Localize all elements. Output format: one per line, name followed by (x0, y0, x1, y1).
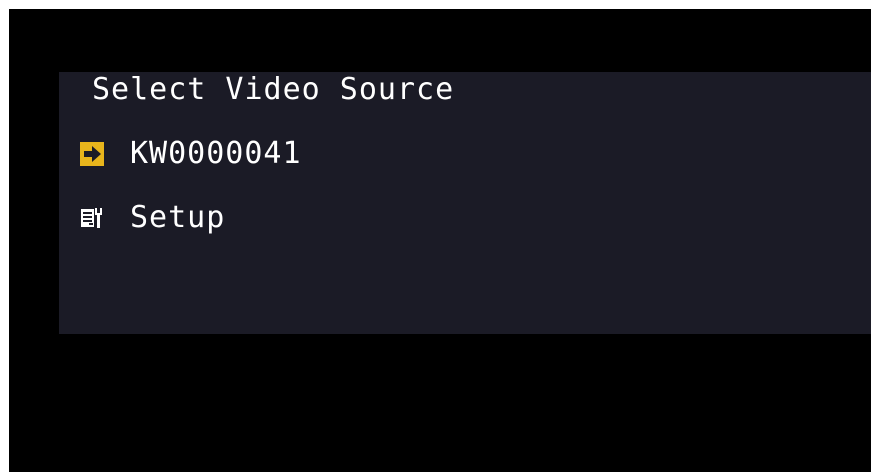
arrow-right-icon (79, 141, 105, 167)
menu-item-label: Setup (130, 200, 226, 235)
menu-item-video-source[interactable]: KW0000041 (79, 136, 302, 172)
video-source-menu: Select Video Source KW0000041 Setup (59, 72, 871, 334)
menu-title: Select Video Source (92, 72, 455, 107)
setup-tools-icon (79, 205, 105, 231)
menu-item-label: KW0000041 (130, 136, 302, 171)
menu-item-setup[interactable]: Setup (79, 200, 225, 236)
screen: Select Video Source KW0000041 Setup (9, 9, 871, 472)
